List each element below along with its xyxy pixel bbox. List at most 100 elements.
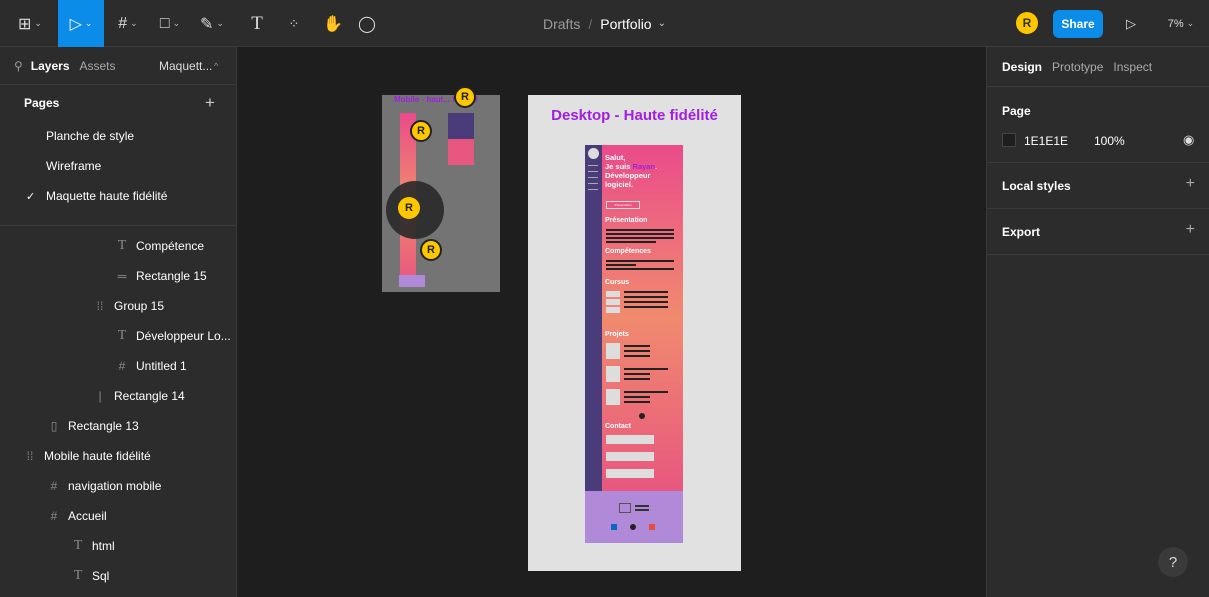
bg-opacity-value[interactable]: 100% (1094, 134, 1125, 148)
add-icon[interactable]: + (1186, 221, 1195, 239)
bg-color-value[interactable]: 1E1E1E (1024, 134, 1068, 148)
layer-row[interactable]: # Accueil (48, 501, 107, 531)
page-label: Maquette haute fidélité (46, 189, 168, 203)
layer-label: navigation mobile (68, 479, 162, 493)
hand-icon: ✋ (323, 15, 343, 33)
avatar[interactable]: R (1016, 12, 1038, 34)
zoom-menu[interactable]: 7% ⌄ (1158, 0, 1204, 47)
file-name[interactable]: Portfolio (600, 16, 651, 32)
collaborator-avatar[interactable]: R (420, 239, 442, 261)
layer-label: Accueil (68, 509, 107, 523)
local-styles-section: Local styles + (987, 163, 1209, 209)
shape-tool-button[interactable]: □ ⌄ (150, 0, 190, 47)
page-item-planche[interactable]: Planche de style (0, 121, 236, 151)
collaborator-avatar[interactable]: R (454, 86, 476, 108)
hero-button: Présentation (606, 201, 640, 209)
page-item-maquette[interactable]: ✓ Maquette haute fidélité (0, 181, 236, 211)
text-line (624, 350, 650, 352)
layer-row[interactable]: T Développeur Lo... (116, 321, 231, 351)
cursus-box (606, 291, 620, 297)
text-line (606, 229, 674, 231)
search-icon[interactable]: ⚲ (14, 59, 23, 73)
help-button[interactable]: ? (1158, 547, 1188, 577)
section-title: Compétences (605, 248, 651, 255)
layer-row[interactable]: ═ Rectangle 15 (116, 261, 207, 291)
resources-button[interactable]: ⁘ (282, 0, 306, 47)
layer-row[interactable]: ⁞⁞ Mobile haute fidélité (24, 441, 151, 471)
section-title: Présentation (605, 217, 648, 224)
page-label: Planche de style (46, 129, 135, 143)
layer-row[interactable]: ⁞⁞ Group 15 (94, 291, 164, 321)
breadcrumb-separator: / (588, 15, 593, 32)
breadcrumb-drafts[interactable]: Drafts (543, 16, 580, 32)
rectangle-icon: □ (159, 14, 170, 32)
tab-assets[interactable]: Assets (80, 59, 116, 73)
hero-line: logiciel. (605, 180, 633, 189)
frame-icon: # (118, 359, 126, 373)
tab-inspect[interactable]: Inspect (1113, 60, 1152, 74)
text-line (624, 378, 650, 380)
text-tool-button[interactable]: T (244, 0, 270, 47)
hand-tool-button[interactable]: ✋ (320, 0, 346, 47)
mobile-frame[interactable]: Mobile - haut... fidélité R R R R (382, 86, 500, 292)
properties-panel: Design Prototype Inspect Page 1E1E1E 100… (986, 47, 1209, 597)
share-button[interactable]: Share (1053, 10, 1103, 38)
chevron-down-icon[interactable]: ⌄ (658, 18, 666, 29)
collaborator-avatar[interactable]: R (398, 197, 420, 219)
color-swatch[interactable] (1002, 133, 1016, 147)
chevron-down-icon: ⌄ (1186, 18, 1195, 28)
present-button[interactable]: ▷ (1118, 0, 1144, 47)
tab-layers[interactable]: Layers (31, 59, 70, 73)
chevron-down-icon: ⌄ (130, 18, 138, 28)
text-line (606, 233, 674, 235)
frame-icon: # (50, 479, 58, 493)
mail-icon (649, 524, 655, 530)
comment-tool-button[interactable]: ◯ (354, 0, 380, 47)
tab-prototype[interactable]: Prototype (1052, 60, 1103, 74)
text-line (606, 241, 656, 243)
zoom-level: 7% (1167, 17, 1184, 30)
frame-tool-button[interactable]: # ⌄ (108, 0, 148, 47)
text-line (624, 373, 650, 375)
layer-row[interactable]: | Rectangle 14 (94, 381, 184, 411)
play-icon: ▷ (1126, 15, 1136, 31)
layer-row[interactable]: T Compétence (116, 231, 204, 261)
comment-icon: ◯ (358, 15, 376, 33)
layer-row[interactable]: ▯ Rectangle 13 (48, 411, 139, 441)
layer-row[interactable]: # Untitled 1 (116, 351, 187, 381)
mobile-footer-preview (399, 275, 425, 287)
pages-title: Pages (24, 96, 60, 110)
project-thumb (606, 389, 620, 405)
text-line (624, 401, 650, 403)
hero-line: Je suis Rayan. (605, 162, 657, 171)
export-title: Export (1002, 225, 1041, 239)
chevron-down-icon: ⌄ (216, 18, 224, 28)
move-tool-button[interactable]: ▷ ⌄ (58, 0, 104, 47)
site-logo (588, 148, 599, 159)
add-icon[interactable]: + (1186, 175, 1195, 193)
chevron-down-icon: ⌄ (172, 18, 181, 28)
eye-icon[interactable]: ◉ (1183, 132, 1194, 148)
site-nav-line (588, 177, 598, 178)
page-switcher[interactable]: Maquett... (159, 59, 212, 73)
page-item-wireframe[interactable]: Wireframe (0, 151, 236, 181)
cursus-box (606, 307, 620, 313)
tab-design[interactable]: Design (1002, 60, 1042, 74)
layer-row[interactable]: Thtml (72, 531, 115, 561)
rectangle-icon: | (98, 389, 102, 403)
mobile-menu-preview (448, 139, 474, 165)
add-page-icon[interactable]: + (205, 93, 215, 113)
pen-tool-button[interactable]: ✎ ⌄ (192, 0, 232, 47)
chevron-up-icon[interactable]: ^ (214, 61, 218, 71)
main-menu-button[interactable]: ⊞ ⌄ (8, 0, 52, 47)
canvas[interactable]: Mobile - haut... fidélité R R R R Deskto… (237, 47, 986, 597)
frame-icon: # (118, 14, 128, 32)
layer-row[interactable]: # navigation mobile (48, 471, 162, 501)
collaborator-avatar[interactable]: R (410, 120, 432, 142)
text-line (624, 301, 668, 303)
layer-row[interactable]: T Sql (72, 561, 110, 591)
text-line (624, 391, 668, 393)
text-icon: T (251, 12, 263, 34)
pages-header: Pages + (0, 85, 236, 121)
desktop-frame[interactable]: Desktop - Haute fidélité Salut, Je suis … (528, 95, 741, 571)
